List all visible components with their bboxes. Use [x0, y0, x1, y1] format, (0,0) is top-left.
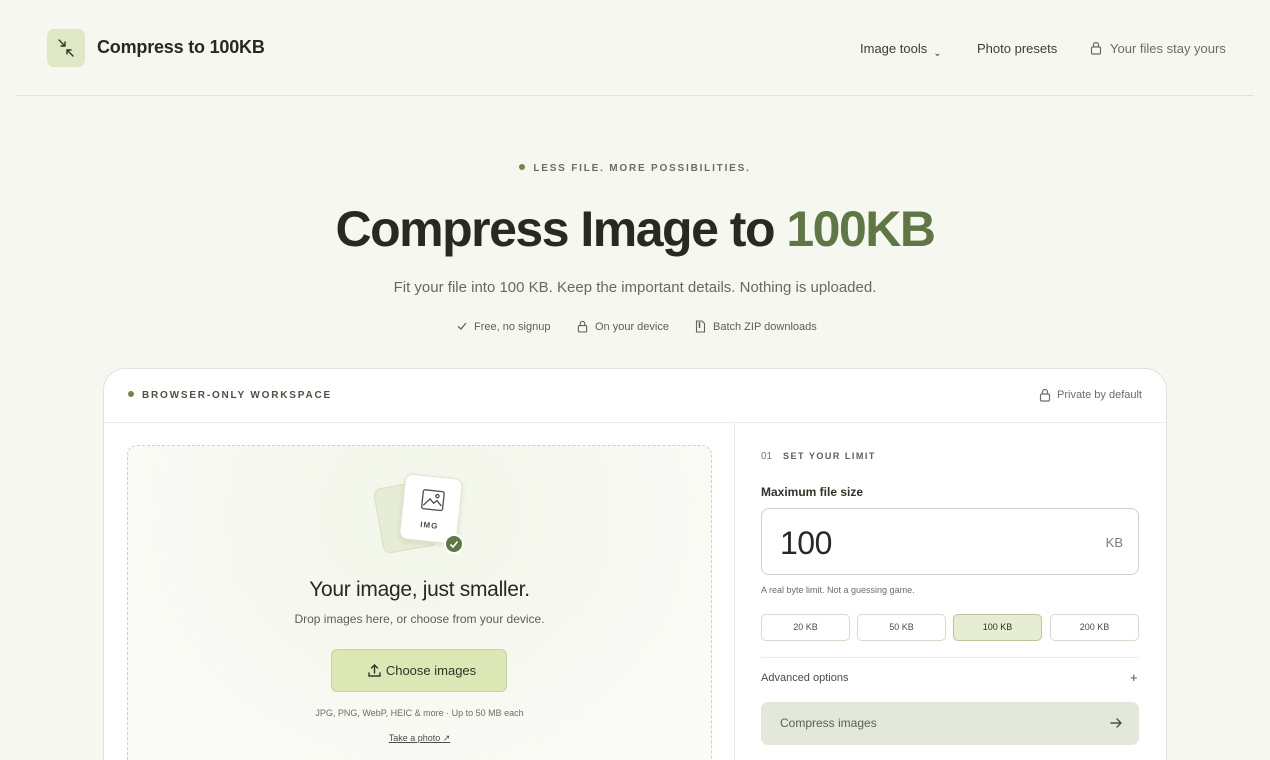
max-size-value[interactable]: 100	[780, 525, 832, 562]
title-accent: 100KB	[786, 201, 936, 257]
advanced-divider	[761, 657, 1139, 658]
max-size-label: Maximum file size	[761, 485, 864, 499]
panel-divider	[734, 423, 735, 760]
nav-files-private-label: Your files stay yours	[1110, 41, 1226, 56]
arrow-right-icon	[1110, 718, 1122, 728]
lock-icon	[577, 320, 588, 333]
preset-100kb[interactable]: 100 KB	[953, 614, 1042, 641]
feature-free: Free, no signup	[456, 321, 550, 333]
hero-subtitle: Fit your file into 100 KB. Keep the impo…	[393, 279, 877, 296]
workspace-header: BROWSER-ONLY WORKSPACE Private by defaul…	[104, 369, 1166, 423]
plus-icon[interactable]: +	[1130, 670, 1138, 685]
compress-images-button[interactable]: Compress images	[761, 702, 1139, 745]
choose-images-label: Choose images	[385, 663, 477, 678]
feature-zip: Batch ZIP downloads	[695, 320, 817, 333]
workspace-card: BROWSER-ONLY WORKSPACE Private by defaul…	[103, 368, 1167, 760]
nav-image-tools[interactable]: Image tools ⌄	[860, 41, 942, 59]
step-number: 01	[761, 451, 773, 462]
image-dropzone[interactable]: IMG Your image, just smaller. Drop image…	[127, 445, 712, 760]
nav-files-private: Your files stay yours	[1090, 41, 1226, 56]
dropzone-subtitle: Drop images here, or choose from your de…	[294, 612, 545, 626]
workspace-dot	[128, 391, 134, 397]
preset-50kb[interactable]: 50 KB	[857, 614, 946, 641]
chevron-down-icon: ⌄	[933, 48, 942, 59]
nav-image-tools-label: Image tools	[860, 41, 928, 56]
workspace-label-text: BROWSER-ONLY WORKSPACE	[142, 390, 332, 401]
image-illustration: IMG	[372, 472, 474, 562]
page-title: Compress Image to 100KB	[0, 200, 1270, 258]
private-by-default-label: Private by default	[1057, 389, 1142, 401]
lock-icon	[1090, 41, 1102, 55]
private-by-default: Private by default	[1039, 388, 1142, 402]
upload-icon	[368, 664, 381, 677]
preset-200kb[interactable]: 200 KB	[1050, 614, 1139, 641]
feature-device-label: On your device	[595, 321, 669, 333]
workspace-label: BROWSER-ONLY WORKSPACE	[128, 390, 332, 401]
supported-formats: JPG, PNG, WebP, HEIC & more · Up to 50 M…	[315, 708, 524, 718]
advanced-options-toggle[interactable]: Advanced options	[761, 672, 848, 684]
choose-images-button[interactable]: Choose images	[331, 649, 507, 692]
check-icon	[457, 322, 467, 330]
step-label: SET YOUR LIMIT	[783, 451, 876, 461]
size-hint: A real byte limit. Not a guessing game.	[761, 585, 915, 595]
lock-icon	[1039, 388, 1051, 402]
max-size-unit: KB	[1105, 535, 1123, 550]
max-size-input[interactable]: 100 KB	[761, 508, 1139, 575]
check-badge-icon	[444, 534, 464, 554]
nav-photo-presets[interactable]: Photo presets	[977, 41, 1057, 56]
hero-eyebrow: LESS FILE. MORE POSSIBILITIES.	[0, 163, 1270, 174]
img-tag: IMG	[419, 519, 439, 531]
brand-name[interactable]: Compress to 100KB	[97, 37, 265, 58]
logo-icon[interactable]	[47, 29, 85, 67]
image-icon	[421, 489, 445, 512]
preset-20kb[interactable]: 20 KB	[761, 614, 850, 641]
eyebrow-dot	[519, 164, 526, 170]
title-main: Compress Image to	[335, 201, 787, 257]
dropzone-title: Your image, just smaller.	[309, 578, 530, 601]
zip-file-icon	[695, 320, 706, 333]
feature-free-label: Free, no signup	[474, 321, 551, 333]
hero-eyebrow-text: LESS FILE. MORE POSSIBILITIES.	[533, 163, 751, 174]
site-header: Compress to 100KB Image tools ⌄ Photo pre…	[16, 0, 1254, 96]
take-photo-link[interactable]: Take a photo ↗	[128, 733, 711, 744]
feature-zip-label: Batch ZIP downloads	[713, 321, 817, 333]
compress-images-label: Compress images	[780, 716, 877, 730]
feature-device: On your device	[577, 320, 669, 333]
